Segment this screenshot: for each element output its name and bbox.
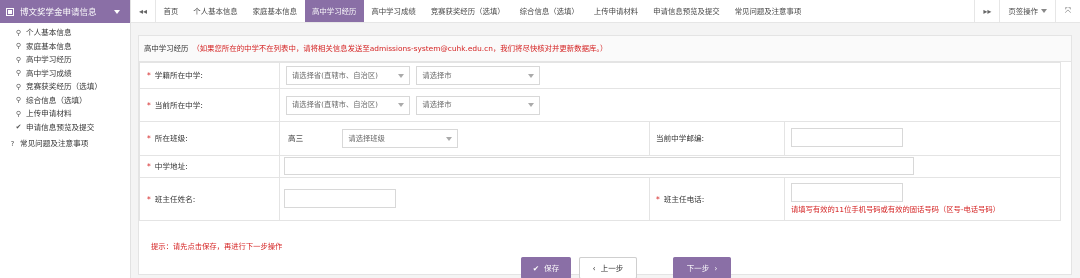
main-content: 高中学习经历 （如果您所在的中学不在列表中，请将相关信息发送至admission… (131, 23, 1080, 278)
form-panel: 高中学习经历 （如果您所在的中学不在列表中，请将相关信息发送至admission… (138, 35, 1072, 278)
sidebar-item-faq[interactable]: ? 常见问题及注意事项 (0, 137, 130, 151)
sidebar-item-label: 高中学习成绩 (26, 68, 72, 78)
sidebar-item-school-history[interactable]: ⚲ 高中学习经历 (0, 53, 130, 67)
menu-square-icon (6, 7, 14, 16)
sidebar-item-label: 常见问题及注意事项 (20, 139, 89, 149)
fullscreen-button[interactable]: ⤧ (1055, 0, 1080, 22)
sidebar-item-label: 个人基本信息 (26, 28, 72, 38)
zip-label: 当前中学邮编: (656, 134, 705, 143)
sidebar-item-label: 竞赛获奖经历（选填） (26, 82, 102, 92)
grade-value: 高三 (288, 133, 304, 143)
sidebar-item-label: 高中学习经历 (26, 55, 72, 65)
save-button[interactable]: ✔ 保存 (521, 257, 571, 278)
sidebar-item-label: 上传申请材料 (26, 109, 72, 119)
tab-bar: ◂◂ 首页 个人基本信息 家庭基本信息 高中学习经历 高中学习成绩 竞赛获奖经历… (131, 0, 1080, 23)
double-right-arrow-icon: ▸▸ (983, 6, 992, 16)
register-school-label: 学籍所在中学: (154, 71, 203, 80)
chevron-down-icon (528, 73, 535, 78)
sidebar-item-preview-submit[interactable]: ✔ 申请信息预览及提交 (0, 121, 130, 135)
check-icon: ✔ (15, 123, 22, 132)
expand-icon: ⤧ (1064, 6, 1072, 15)
register-province-select[interactable]: 请选择省(直辖市、自治区) (286, 66, 410, 85)
chevron-down-icon (114, 9, 120, 14)
form-row: * 当前所在中学: 请选择省(直辖市、自治区) 请选择市 (139, 88, 1061, 122)
form-row: * 班主任姓名: * 班主任电话: 请填写有效的11位手机号码或有效的固话号码（区号… (139, 177, 1061, 221)
tab-school-grades[interactable]: 高中学习成绩 (364, 0, 423, 22)
chevron-down-icon (398, 103, 404, 107)
sidebar-item-label: 家庭基本信息 (26, 41, 72, 51)
sidebar-header[interactable]: 博文奖学金申请信息 (0, 0, 130, 23)
school-form: * 学籍所在中学: 请选择省(直辖市、自治区) 请选择市 * 当前所在中学: 请选择… (139, 62, 1061, 221)
sidebar-item-personal-info[interactable]: ⚲ 个人基本信息 (0, 26, 130, 40)
pin-icon: ⚲ (15, 55, 22, 64)
app-window: 博文奖学金申请信息 ⚲ 个人基本信息 ⚲ 家庭基本信息 ⚲ 高中学习经历 ⚲ 高… (0, 0, 1080, 278)
tab-family-info[interactable]: 家庭基本信息 (245, 0, 304, 22)
form-row: * 所在班级: 高三 请选择班级 当前中学邮编: (139, 121, 1061, 156)
teacher-phone-input[interactable] (791, 183, 903, 202)
sidebar-header-label: 博文奖学金申请信息 (20, 7, 97, 18)
teacher-phone-label: 班主任电话: (663, 194, 705, 204)
question-circle-icon: ? (10, 139, 15, 148)
tab-personal-info[interactable]: 个人基本信息 (186, 0, 245, 22)
scroll-left-button[interactable]: ◂◂ (131, 0, 156, 22)
tab-upload[interactable]: 上传申请材料 (586, 0, 645, 22)
check-icon: ✔ (532, 263, 540, 273)
chevron-down-icon (528, 103, 535, 107)
teacher-name-label: 班主任姓名: (154, 194, 196, 204)
panel-header: 高中学习经历 （如果您所在的中学不在列表中，请将相关信息发送至admission… (139, 36, 1071, 62)
tab-preview-submit[interactable]: 申请信息预览及提交 (646, 0, 728, 22)
class-label: 所在班级: (154, 134, 188, 143)
sidebar: 博文奖学金申请信息 ⚲ 个人基本信息 ⚲ 家庭基本信息 ⚲ 高中学习经历 ⚲ 高… (0, 0, 131, 278)
current-province-select[interactable]: 请选择省(直辖市、自治区) (286, 95, 410, 115)
page-ops-label: 页签操作 (1008, 6, 1038, 16)
pin-icon: ⚲ (15, 69, 22, 78)
pin-icon: ⚲ (15, 42, 22, 51)
page-ops-dropdown[interactable]: 页签操作 (999, 0, 1055, 22)
zip-input[interactable] (791, 128, 903, 147)
chevron-down-icon (398, 73, 404, 78)
tab-school-history[interactable]: 高中学习经历 (304, 0, 364, 22)
tab-competitions[interactable]: 竞赛获奖经历（选填） (423, 0, 512, 22)
sidebar-item-label: 申请信息预览及提交 (26, 122, 95, 132)
tab-faq[interactable]: 常见问题及注意事项 (727, 0, 809, 22)
next-step-button[interactable]: 下一步 › (673, 257, 731, 278)
sidebar-item-general-info[interactable]: ⚲ 综合信息（选填） (0, 94, 130, 108)
sidebar-item-school-grades[interactable]: ⚲ 高中学习成绩 (0, 67, 130, 81)
sidebar-item-competitions[interactable]: ⚲ 竞赛获奖经历（选填） (0, 80, 130, 94)
address-input[interactable] (284, 156, 914, 175)
pin-icon: ⚲ (15, 82, 22, 91)
current-school-label: 当前所在中学: (154, 100, 203, 110)
teacher-name-input[interactable] (284, 188, 396, 208)
pin-icon: ⚲ (15, 96, 22, 105)
prev-step-button[interactable]: ‹ 上一步 (579, 257, 637, 278)
pin-icon: ⚲ (15, 28, 22, 37)
tab-general-info[interactable]: 综合信息（选填） (512, 0, 586, 22)
phone-hint: 请填写有效的11位手机号码或有效的固话号码（区号-电话号码） (791, 205, 1000, 214)
double-left-arrow-icon: ◂◂ (138, 6, 148, 16)
panel-note: （如果您所在的中学不在列表中，请将相关信息发送至admissions-syste… (192, 44, 608, 53)
pin-icon: ⚲ (15, 109, 22, 118)
panel-title: 高中学习经历 (144, 44, 189, 53)
register-city-select[interactable]: 请选择市 (416, 66, 541, 85)
chevron-right-icon: › (714, 263, 718, 273)
form-row: * 中学地址: (139, 155, 1061, 178)
current-city-select[interactable]: 请选择市 (416, 95, 541, 115)
save-tip: 提示：请先点击保存，再进行下一步操作 (151, 242, 283, 251)
chevron-left-icon: ‹ (592, 263, 596, 273)
sidebar-item-family-info[interactable]: ⚲ 家庭基本信息 (0, 40, 130, 54)
tab-home[interactable]: 首页 (156, 0, 186, 22)
chevron-down-icon (446, 136, 453, 141)
scroll-right-button[interactable]: ▸▸ (974, 0, 999, 22)
sidebar-item-label: 综合信息（选填） (26, 95, 87, 105)
chevron-down-icon (1041, 9, 1047, 13)
form-row: * 学籍所在中学: 请选择省(直辖市、自治区) 请选择市 (139, 62, 1061, 89)
sidebar-item-upload[interactable]: ⚲ 上传申请材料 (0, 107, 130, 121)
address-label: 中学地址: (154, 162, 188, 171)
class-select[interactable]: 请选择班级 (342, 129, 459, 148)
